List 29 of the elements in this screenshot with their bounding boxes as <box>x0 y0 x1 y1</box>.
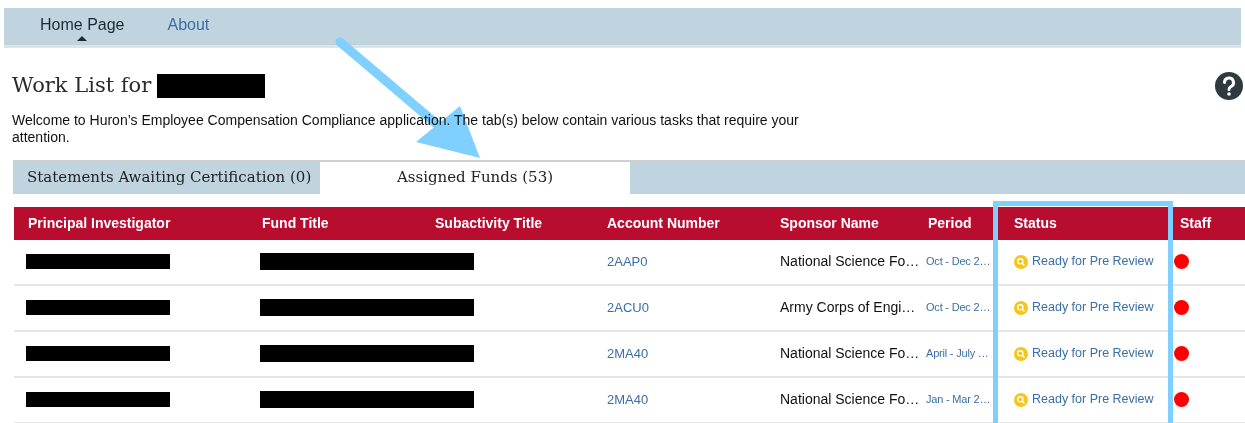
account-link[interactable]: 2MA40 <box>593 389 766 410</box>
welcome-text: Welcome to Huron’s Employee Compensation Compliance application. The tab(s) below contain various tasks that require your attention. <box>12 111 800 146</box>
column-header: Period <box>928 213 973 233</box>
column-header: Principal Investigator <box>27 213 172 233</box>
nav-link[interactable]: Home Page <box>40 8 125 37</box>
status-link[interactable]: Ready for Pre Review <box>1032 390 1154 409</box>
nav-link[interactable]: About <box>167 8 210 37</box>
sponsor-name: National Science Fo… <box>779 390 921 409</box>
period-link[interactable]: Oct - Dec 2… <box>926 253 1000 270</box>
status-link[interactable]: Ready for Pre Review <box>1032 252 1154 271</box>
account-link[interactable]: 2ACU0 <box>593 297 766 318</box>
status-link[interactable]: Ready for Pre Review <box>1032 298 1154 317</box>
period-link[interactable]: Oct - Dec 2… <box>926 299 1000 316</box>
sponsor-name: Army Corps of Engi… <box>779 298 917 317</box>
tab[interactable]: Assigned Funds (53) <box>320 161 630 194</box>
column-header: Sponsor Name <box>779 213 880 233</box>
column-header: Subactivity Title <box>434 213 544 233</box>
column-header: Fund Title <box>261 213 330 233</box>
column-header: Staff <box>1179 213 1213 233</box>
period-link[interactable]: April - July … <box>926 345 1000 362</box>
sponsor-name: National Science Fo… <box>779 252 921 271</box>
status-link[interactable]: Ready for Pre Review <box>1032 344 1154 363</box>
period-link[interactable]: Jan - Mar 2… <box>926 391 1000 408</box>
sponsor-name: National Science Fo… <box>779 344 921 363</box>
account-link[interactable]: 2AAP0 <box>593 251 766 272</box>
account-link[interactable]: 2MA40 <box>593 343 766 364</box>
page-title: Work List for <box>12 72 152 99</box>
column-header: Account Number <box>606 213 721 233</box>
column-header: Status <box>1013 213 1058 233</box>
